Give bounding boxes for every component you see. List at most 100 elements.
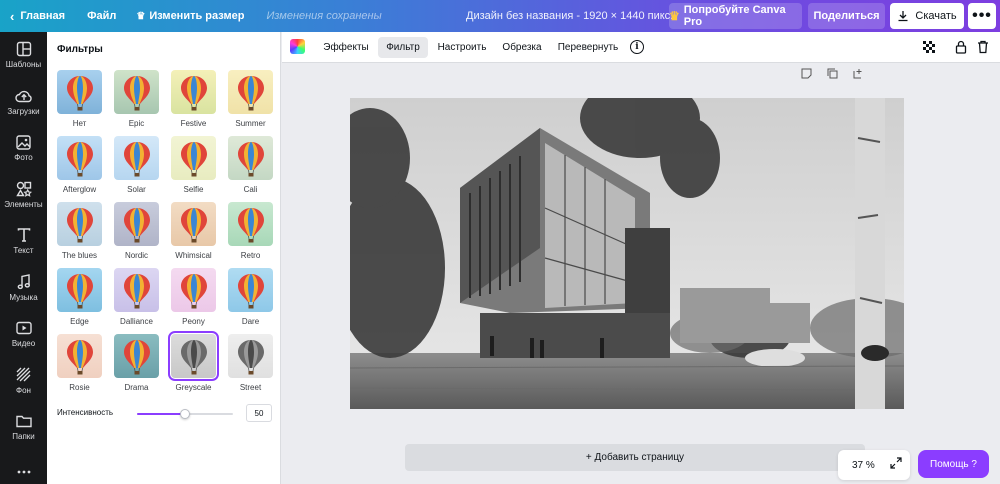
balloon-image bbox=[238, 274, 264, 309]
try-pro-button[interactable]: ♛ Попробуйте Canva Pro bbox=[669, 3, 802, 29]
rail-item-label: Фото bbox=[14, 153, 33, 163]
adjust-button[interactable]: Настроить bbox=[434, 37, 490, 58]
filter-thumbnail[interactable] bbox=[171, 70, 216, 114]
filter-thumbnail[interactable] bbox=[57, 334, 102, 378]
filter-option[interactable]: Afterglow bbox=[57, 136, 102, 194]
balloon-image bbox=[238, 208, 264, 243]
filter-thumbnail[interactable] bbox=[171, 136, 216, 180]
download-icon bbox=[898, 11, 908, 22]
left-rail: Шаблоны Загрузки Фото Элементы Текст Музыка Ви… bbox=[0, 32, 47, 484]
fullscreen-icon[interactable] bbox=[890, 457, 902, 469]
filter-option[interactable]: Cali bbox=[228, 136, 273, 194]
music-icon bbox=[15, 273, 33, 290]
filter-option[interactable]: Greyscale bbox=[168, 331, 219, 392]
intensity-value-input[interactable]: 50 bbox=[246, 404, 272, 422]
filter-option[interactable]: Retro bbox=[228, 202, 273, 260]
filter-thumbnail[interactable] bbox=[114, 202, 159, 246]
filter-option[interactable]: Rosie bbox=[57, 334, 102, 392]
filter-thumbnail[interactable] bbox=[57, 136, 102, 180]
resize-button[interactable]: ♛ Изменить размер bbox=[128, 0, 252, 32]
rail-item-music[interactable]: Музыка bbox=[0, 265, 47, 312]
more-options-button[interactable]: ••• bbox=[968, 3, 996, 29]
filter-thumbnail[interactable] bbox=[228, 136, 273, 180]
balloon-image bbox=[124, 76, 150, 111]
flip-button[interactable]: Перевернуть bbox=[554, 37, 622, 58]
filter-option[interactable]: Whimsical bbox=[171, 202, 216, 260]
filter-label: Retro bbox=[240, 251, 261, 260]
editor-toolbar: Эффекты Фильтр Настроить Обрезка Перевер… bbox=[282, 32, 1000, 63]
crop-button[interactable]: Обрезка bbox=[498, 37, 546, 58]
filter-option[interactable]: Peony bbox=[171, 268, 216, 326]
filter-thumbnail[interactable] bbox=[228, 202, 273, 246]
filter-thumbnail[interactable] bbox=[228, 334, 273, 378]
design-title[interactable]: Дизайн без названия - 1920 × 1440 пикс. bbox=[466, 0, 673, 32]
try-pro-label: Попробуйте Canva Pro bbox=[683, 4, 786, 28]
filter-option[interactable]: Dalliance bbox=[114, 268, 159, 326]
filter-thumbnail[interactable] bbox=[114, 268, 159, 312]
rail-item-uploads[interactable]: Загрузки bbox=[0, 79, 47, 126]
file-menu[interactable]: Файл bbox=[79, 0, 124, 32]
filter-label: Nordic bbox=[124, 251, 149, 260]
filter-option[interactable]: Summer bbox=[228, 70, 273, 128]
home-button[interactable]: ‹ Главная bbox=[0, 0, 73, 32]
filter-option[interactable]: Selfie bbox=[171, 136, 216, 194]
note-icon[interactable] bbox=[800, 67, 812, 79]
balloon-image bbox=[67, 208, 93, 243]
filter-option[interactable]: Epic bbox=[114, 70, 159, 128]
rail-item-background[interactable]: Фон bbox=[0, 358, 47, 405]
rail-item-text[interactable]: Текст bbox=[0, 218, 47, 265]
intensity-label: Интенсивность bbox=[57, 408, 114, 417]
help-button[interactable]: Помощь ? bbox=[918, 450, 989, 478]
filter-thumbnail[interactable] bbox=[168, 331, 219, 381]
rail-item-folders[interactable]: Папки bbox=[0, 404, 47, 451]
color-picker-icon[interactable] bbox=[290, 39, 305, 54]
filter-thumbnail[interactable] bbox=[57, 202, 102, 246]
rail-item-photos[interactable]: Фото bbox=[0, 125, 47, 172]
rail-item-label: Фон bbox=[16, 385, 31, 395]
home-label: Главная bbox=[20, 10, 66, 22]
rail-item-elements[interactable]: Элементы bbox=[0, 172, 47, 219]
filter-option[interactable]: Solar bbox=[114, 136, 159, 194]
filter-label: The blues bbox=[61, 251, 98, 260]
saved-status: Изменения сохранены bbox=[266, 10, 382, 22]
filter-thumbnail[interactable] bbox=[114, 334, 159, 378]
intensity-knob[interactable] bbox=[180, 409, 190, 419]
rail-item-templates[interactable]: Шаблоны bbox=[0, 32, 47, 79]
filter-option[interactable]: Drama bbox=[114, 334, 159, 392]
filter-thumbnail[interactable] bbox=[171, 202, 216, 246]
filter-thumbnail[interactable] bbox=[57, 70, 102, 114]
add-page-icon[interactable] bbox=[852, 67, 864, 79]
balloon-image bbox=[124, 340, 150, 375]
filter-thumbnail[interactable] bbox=[228, 268, 273, 312]
info-icon[interactable]: i bbox=[630, 40, 644, 54]
trash-icon[interactable] bbox=[976, 40, 990, 54]
effects-button[interactable]: Эффекты bbox=[320, 37, 372, 58]
filter-label: Rosie bbox=[69, 383, 90, 392]
filter-thumbnail[interactable] bbox=[228, 70, 273, 114]
design-photo[interactable] bbox=[350, 98, 904, 409]
intensity-slider[interactable] bbox=[137, 409, 233, 419]
filter-label: Epic bbox=[128, 119, 145, 128]
text-icon bbox=[15, 227, 33, 243]
filter-option[interactable]: Dare bbox=[228, 268, 273, 326]
filter-thumbnail[interactable] bbox=[114, 70, 159, 114]
filter-option[interactable]: The blues bbox=[57, 202, 102, 260]
add-page-button[interactable]: + Добавить страницу bbox=[405, 444, 865, 471]
download-button[interactable]: Скачать bbox=[890, 3, 964, 29]
filter-thumbnail[interactable] bbox=[171, 268, 216, 312]
filter-thumbnail[interactable] bbox=[57, 268, 102, 312]
transparency-icon[interactable] bbox=[922, 40, 936, 54]
filter-option[interactable]: Street bbox=[228, 334, 273, 392]
filter-option[interactable]: Nordic bbox=[114, 202, 159, 260]
filter-option[interactable]: Edge bbox=[57, 268, 102, 326]
lock-icon[interactable] bbox=[954, 40, 968, 54]
duplicate-icon[interactable] bbox=[826, 67, 838, 79]
filter-label: Peony bbox=[182, 317, 205, 326]
filter-option[interactable]: Festive bbox=[171, 70, 216, 128]
rail-item-more[interactable] bbox=[0, 451, 47, 484]
filter-button[interactable]: Фильтр bbox=[378, 37, 428, 58]
filter-option[interactable]: Нет bbox=[57, 70, 102, 128]
rail-item-video[interactable]: Видео bbox=[0, 311, 47, 358]
filter-thumbnail[interactable] bbox=[114, 136, 159, 180]
share-button[interactable]: Поделиться bbox=[808, 3, 885, 29]
